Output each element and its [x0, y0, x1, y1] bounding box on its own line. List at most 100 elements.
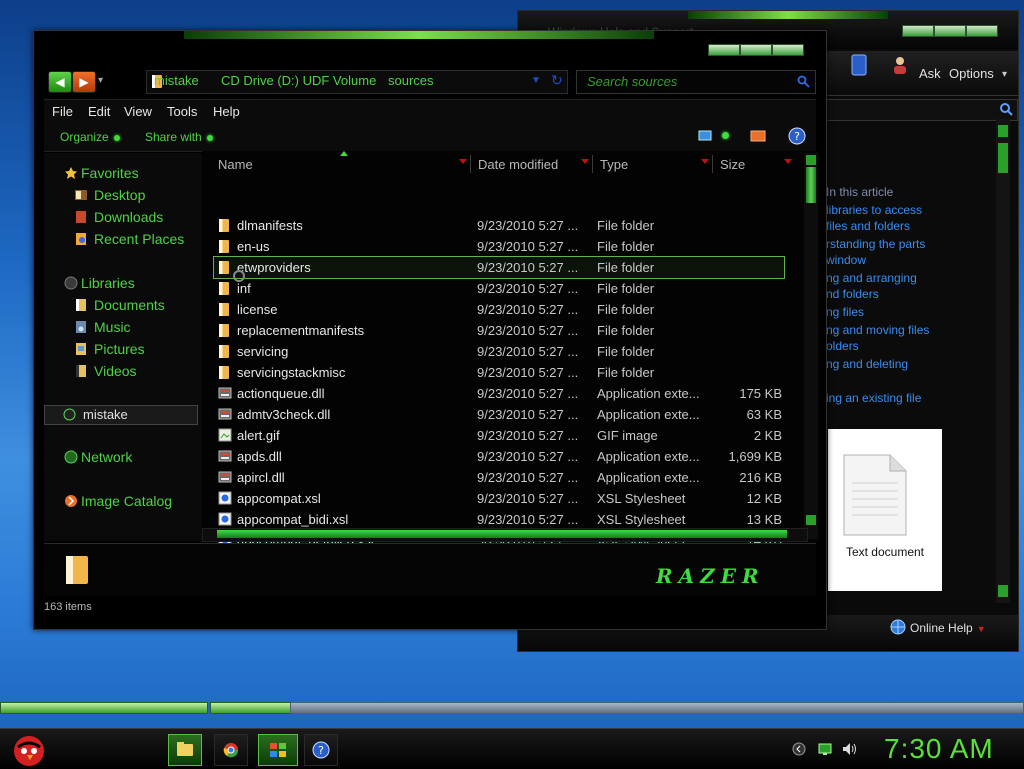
- nav-network[interactable]: Network: [44, 449, 194, 467]
- help-scrollbar[interactable]: [996, 119, 1010, 603]
- scroll-thumb[interactable]: [217, 530, 787, 538]
- column-header-name[interactable]: Name: [206, 155, 471, 173]
- file-row[interactable]: en-us 9/23/2010 5:27 ... File folder: [214, 236, 784, 257]
- taskbar-explorer-button[interactable]: [168, 734, 202, 766]
- menu-help[interactable]: Help: [213, 104, 240, 119]
- nav-downloads[interactable]: Downloads: [44, 209, 194, 227]
- refresh-icon[interactable]: ↻: [551, 72, 563, 89]
- menu-tools[interactable]: Tools: [167, 104, 197, 119]
- nav-favorites[interactable]: Favorites: [44, 165, 194, 183]
- search-icon[interactable]: [797, 75, 810, 88]
- globe-icon[interactable]: [890, 619, 906, 635]
- maximize-button[interactable]: [934, 25, 966, 37]
- file-row[interactable]: servicing 9/23/2010 5:27 ... File folder: [214, 341, 784, 362]
- network-tray-icon[interactable]: [818, 742, 832, 756]
- breadcrumb-item[interactable]: CD Drive (D:) UDF Volume: [221, 73, 376, 88]
- search-icon[interactable]: [999, 102, 1013, 116]
- column-header-size[interactable]: Size: [714, 155, 792, 173]
- close-button[interactable]: [772, 44, 804, 56]
- forward-button[interactable]: ▶: [72, 71, 96, 93]
- scroll-down-button[interactable]: [806, 515, 816, 525]
- nav-libraries[interactable]: Libraries: [44, 275, 194, 293]
- help-link[interactable]: files and folders: [826, 219, 910, 233]
- search-input[interactable]: Search sources: [576, 70, 816, 94]
- help-link[interactable]: ng and moving files: [826, 323, 929, 337]
- view-options-dot-icon[interactable]: [722, 132, 729, 139]
- menu-edit[interactable]: Edit: [88, 104, 110, 119]
- minimize-button[interactable]: [708, 44, 740, 56]
- start-button[interactable]: [10, 731, 48, 767]
- breadcrumb-item[interactable]: mistake: [154, 73, 199, 88]
- clock[interactable]: 7:30 AM: [884, 733, 994, 765]
- help-link[interactable]: window: [826, 253, 866, 267]
- organize-button[interactable]: Organize: [60, 130, 120, 144]
- column-menu-icon[interactable]: [459, 159, 467, 164]
- address-dropdown-icon[interactable]: ▼: [531, 75, 541, 86]
- menu-file[interactable]: File: [52, 104, 73, 119]
- file-row[interactable]: appcompat_bidi.xsl 9/23/2010 5:27 ... XSL …: [214, 509, 784, 530]
- taskbar-chrome-button[interactable]: [214, 734, 248, 766]
- back-button[interactable]: ◀: [48, 71, 72, 93]
- nav-image-catalog[interactable]: Image Catalog: [44, 493, 194, 511]
- column-menu-icon[interactable]: [701, 159, 709, 164]
- scroll-up-button[interactable]: [806, 155, 816, 165]
- change-view-icon[interactable]: [698, 130, 712, 142]
- tray-expand-icon[interactable]: [792, 742, 806, 756]
- menu-view[interactable]: View: [124, 104, 152, 119]
- help-search-input[interactable]: [826, 99, 1018, 121]
- help-link[interactable]: ng and arranging: [826, 271, 917, 285]
- recent-pages-chevron-icon[interactable]: ▾: [98, 75, 103, 86]
- file-row[interactable]: apds.dll 9/23/2010 5:27 ... Application ex…: [214, 446, 784, 467]
- file-row[interactable]: admtv3check.dll 9/23/2010 5:27 ... Applica…: [214, 404, 784, 425]
- taskbar-help-button[interactable]: ?: [304, 734, 338, 766]
- file-row[interactable]: replacementmanifests 9/23/2010 5:27 ... Fi…: [214, 320, 784, 341]
- options-button[interactable]: Options: [949, 66, 994, 81]
- nav-documents[interactable]: Documents: [44, 297, 194, 315]
- nav-pictures[interactable]: Pictures: [44, 341, 194, 359]
- horizontal-scrollbar[interactable]: [202, 528, 808, 542]
- nav-computer-mistake[interactable]: mistake: [44, 405, 198, 425]
- help-link[interactable]: nd folders: [826, 287, 879, 301]
- help-link[interactable]: ng files: [826, 305, 864, 319]
- file-row[interactable]: appcompat.xsl 9/23/2010 5:27 ... XSL Style…: [214, 488, 784, 509]
- file-row[interactable]: alert.gif 9/23/2010 5:27 ... GIF image 2 KB: [214, 425, 784, 446]
- scroll-thumb[interactable]: [998, 143, 1008, 173]
- minimize-button[interactable]: [902, 25, 934, 37]
- help-icon[interactable]: ?: [788, 127, 806, 145]
- file-row[interactable]: dlmanifests 9/23/2010 5:27 ... File folder: [214, 215, 784, 236]
- column-menu-icon[interactable]: [581, 159, 589, 164]
- volume-icon[interactable]: [842, 742, 858, 756]
- ask-button[interactable]: Ask: [919, 66, 941, 81]
- scroll-thumb[interactable]: [806, 167, 816, 203]
- close-button[interactable]: [966, 25, 998, 37]
- column-header-date[interactable]: Date modified: [472, 155, 593, 173]
- file-row[interactable]: servicingstackmisc 9/23/2010 5:27 ... File…: [214, 362, 784, 383]
- options-chevron-icon[interactable]: ▾: [1002, 69, 1007, 80]
- file-list-scrollbar[interactable]: [804, 153, 818, 539]
- maximize-button[interactable]: [740, 44, 772, 56]
- file-row[interactable]: etwproviders 9/23/2010 5:27 ... File folde…: [213, 256, 785, 279]
- column-header-type[interactable]: Type: [594, 155, 713, 173]
- ask-icon[interactable]: [890, 55, 910, 75]
- file-row[interactable]: inf 9/23/2010 5:27 ... File folder: [214, 278, 784, 299]
- file-row[interactable]: license 9/23/2010 5:27 ... File folder: [214, 299, 784, 320]
- help-link[interactable]: olders: [826, 339, 859, 353]
- scroll-down-button[interactable]: [998, 585, 1008, 597]
- taskbar-windows-button[interactable]: [258, 734, 298, 766]
- nav-music[interactable]: Music: [44, 319, 194, 337]
- help-link[interactable]: libraries to access: [826, 203, 922, 217]
- preview-pane-icon[interactable]: [750, 130, 766, 142]
- share-with-button[interactable]: Share with: [145, 130, 213, 144]
- nav-videos[interactable]: Videos: [44, 363, 194, 381]
- help-link[interactable]: ing an existing file: [826, 391, 921, 405]
- online-help-button[interactable]: Online Help ▼: [910, 621, 986, 635]
- scroll-up-button[interactable]: [998, 125, 1008, 137]
- nav-recent-places[interactable]: Recent Places: [44, 231, 194, 249]
- help-link[interactable]: ng and deleting: [826, 357, 908, 371]
- nav-desktop[interactable]: Desktop: [44, 187, 194, 205]
- library-icon[interactable]: [850, 53, 868, 77]
- help-link[interactable]: rstanding the parts: [826, 237, 925, 251]
- column-menu-icon[interactable]: [784, 159, 792, 164]
- file-row[interactable]: apircl.dll 9/23/2010 5:27 ... Application …: [214, 467, 784, 488]
- file-row[interactable]: actionqueue.dll 9/23/2010 5:27 ... Applica…: [214, 383, 784, 404]
